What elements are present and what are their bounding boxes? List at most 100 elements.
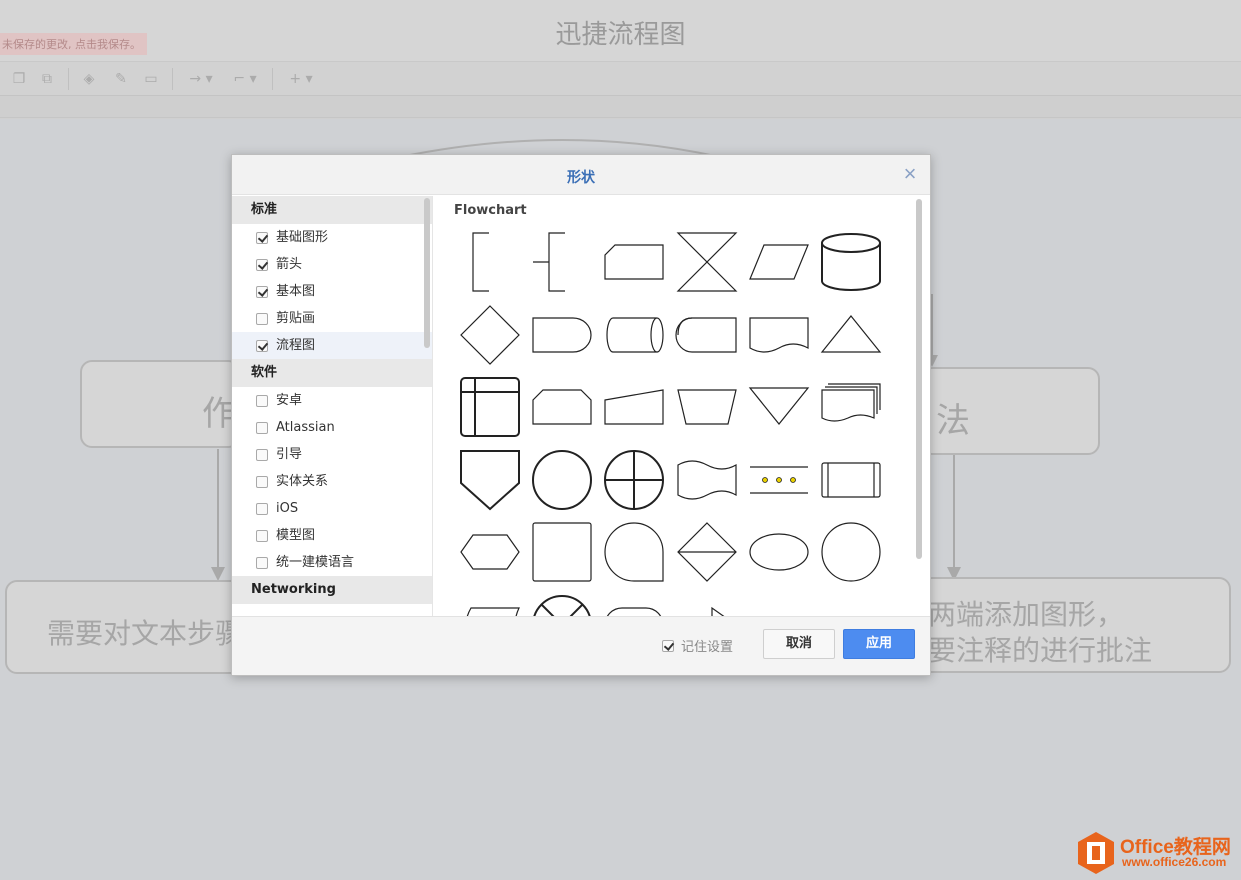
shape-database[interactable] [819, 230, 883, 294]
shape-on-page-reference-icon [532, 449, 593, 510]
shape-start-2-icon [821, 522, 881, 582]
shape-document[interactable] [747, 303, 811, 367]
shape-paper-tape[interactable] [675, 448, 739, 512]
library-checkbox[interactable] [256, 475, 268, 488]
format-ribbon [0, 96, 1241, 118]
sidebar-item[interactable]: 引导 [232, 441, 432, 468]
shape-delay-icon [532, 316, 592, 353]
sidebar-item[interactable]: 剪贴画 [232, 305, 432, 332]
shape-process[interactable] [530, 520, 594, 584]
dialog-title: 形状 [567, 170, 595, 186]
remember-label: 记住设置 [681, 640, 734, 655]
shape-delay[interactable] [530, 303, 594, 367]
sidebar-item-label: 引导 [276, 447, 303, 462]
shape-direct-data[interactable] [602, 303, 666, 367]
shape-transfer[interactable] [675, 593, 739, 616]
shape-decision[interactable] [458, 303, 522, 367]
library-checkbox[interactable] [256, 285, 268, 298]
remember-settings[interactable]: 记住设置 [662, 636, 733, 655]
library-checkbox[interactable] [256, 556, 268, 569]
shape-display[interactable] [674, 303, 739, 367]
shape-sort[interactable] [675, 520, 739, 584]
library-checkbox[interactable] [256, 231, 268, 244]
sidebar-item[interactable]: 统一建模语言 [232, 549, 432, 576]
sidebar-item[interactable]: iOS [232, 495, 432, 522]
cancel-button[interactable]: 取消 [763, 629, 835, 659]
sidebar-item[interactable]: 基础图形 [232, 224, 432, 251]
connector-elbow-icon[interactable]: ⌐ ▾ [228, 70, 262, 88]
flow-box-right-text: 法 [936, 401, 970, 441]
shape-sequential-data[interactable] [602, 520, 666, 584]
library-checkbox[interactable] [256, 312, 268, 325]
shape-loop-limit[interactable] [530, 375, 594, 439]
shape-manual-input[interactable] [602, 375, 666, 439]
remember-checkbox[interactable] [662, 639, 674, 652]
sidebar-item[interactable]: 模型图 [232, 522, 432, 549]
shape-start-2[interactable] [819, 520, 883, 584]
shape-parallel-mode-icon [749, 465, 808, 494]
line-color-icon[interactable]: ✎ [112, 70, 130, 88]
shape-stored-data-icon [466, 606, 520, 616]
shapes-scrollbar[interactable] [916, 199, 922, 559]
shape-merge[interactable] [747, 375, 811, 439]
shapes-dialog: 形状 × 标准 基础图形 箭头 基本图 剪贴画 流程图 软件 安卓 Atlassian 引导 实体关… [231, 154, 931, 676]
shape-data[interactable] [747, 230, 811, 294]
sidebar-item-label: 流程图 [276, 338, 316, 353]
shape-extract[interactable] [819, 303, 883, 367]
shape-internal-storage[interactable] [458, 375, 522, 439]
add-icon[interactable]: + ▾ [284, 70, 318, 88]
sidebar-item-label: 统一建模语言 [276, 555, 355, 570]
sidebar-item[interactable]: 基本图 [232, 278, 432, 305]
library-checkbox[interactable] [256, 394, 268, 407]
close-icon[interactable]: × [900, 162, 920, 186]
sidebar-item[interactable]: 安卓 [232, 387, 432, 414]
flow-box-bottom-left[interactable]: 需要对文本步骤 [5, 580, 245, 674]
flow-box-left[interactable]: 作 [80, 360, 240, 448]
unsaved-notice[interactable]: 未保存的更改, 点击我保存。 [0, 33, 147, 55]
shape-on-page-reference[interactable] [530, 448, 594, 512]
shape-summing-junction[interactable] [530, 593, 594, 616]
shape-off-page-reference-icon [460, 449, 520, 510]
apply-button[interactable]: 应用 [843, 629, 915, 659]
library-checkbox[interactable] [256, 448, 268, 461]
shadow-icon[interactable]: ▭ [142, 70, 160, 88]
sidebar-item[interactable]: 实体关系 [232, 468, 432, 495]
shape-annotation-2[interactable] [530, 230, 594, 294]
shape-off-page-reference[interactable] [458, 448, 522, 512]
shape-parallel-mode[interactable] [747, 448, 811, 512]
shape-terminator[interactable] [602, 593, 666, 616]
library-checkbox[interactable] [256, 502, 268, 515]
sidebar-item[interactable]: 箭头 [232, 251, 432, 278]
sidebar-item[interactable]: Atlassian [232, 414, 432, 441]
sidebar-item-label: 模型图 [276, 528, 316, 543]
shape-manual-operation[interactable] [675, 375, 739, 439]
shape-stored-data[interactable] [458, 593, 522, 616]
sidebar-item[interactable]: 流程图 [232, 332, 432, 359]
flow-box-right[interactable]: 法 [920, 367, 1100, 455]
library-checkbox[interactable] [256, 529, 268, 542]
shape-collate[interactable] [675, 230, 739, 294]
fill-color-icon[interactable]: ◈ [80, 70, 98, 88]
copy-icon[interactable]: ❐ [10, 70, 28, 88]
sidebar-item-label: 安卓 [276, 393, 303, 408]
shape-loop-limit-icon [532, 389, 592, 425]
shape-start[interactable] [747, 520, 811, 584]
shape-preparation-icon [460, 534, 520, 570]
shape-annotation-1[interactable] [458, 230, 522, 294]
shape-card[interactable] [602, 230, 666, 294]
shape-or[interactable] [602, 448, 666, 512]
shape-document-icon [749, 316, 809, 353]
shape-multi-document[interactable] [819, 375, 883, 439]
shape-preparation[interactable] [458, 520, 522, 584]
library-checkbox[interactable] [256, 339, 268, 352]
shape-database-icon [821, 233, 881, 291]
flow-box-bottom-right[interactable]: 两端添加图形， 要注释的进行批注 [920, 577, 1231, 673]
shape-multi-document-icon [821, 383, 881, 422]
connector-straight-icon[interactable]: → ▾ [184, 70, 218, 88]
shape-sort-icon [676, 522, 737, 582]
library-checkbox[interactable] [256, 258, 268, 271]
shape-predefined-process[interactable] [819, 448, 883, 512]
sidebar-scrollbar[interactable] [424, 198, 430, 348]
library-checkbox[interactable] [256, 421, 268, 434]
duplicate-icon[interactable]: ⧉ [38, 70, 56, 88]
